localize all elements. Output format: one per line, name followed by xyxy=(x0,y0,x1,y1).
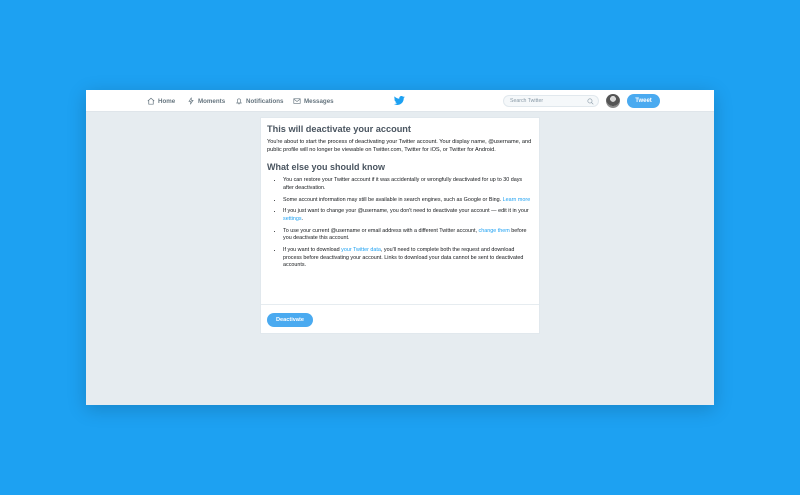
nav-moments[interactable]: Moments xyxy=(187,90,225,112)
envelope-icon xyxy=(293,98,301,104)
home-icon xyxy=(147,97,155,105)
settings-link[interactable]: settings xyxy=(283,216,302,222)
deactivate-button[interactable]: Deactivate xyxy=(267,313,313,327)
avatar[interactable] xyxy=(606,94,620,108)
nav-messages-label: Messages xyxy=(304,97,334,105)
list-item-text-end: . xyxy=(301,215,304,222)
twitter-data-link[interactable]: your Twitter data xyxy=(341,247,381,253)
nav-notifications-label: Notifications xyxy=(246,97,284,105)
top-navbar: Home Moments Notifications Messages Sear… xyxy=(86,90,714,112)
tweet-button[interactable]: Tweet xyxy=(627,94,660,108)
list-item-text: To use your current @username or email a… xyxy=(283,227,478,234)
twitter-bird-icon[interactable] xyxy=(394,95,405,106)
nav-messages[interactable]: Messages xyxy=(293,90,334,112)
browser-window: Home Moments Notifications Messages Sear… xyxy=(86,90,714,405)
list-item: You can restore your Twitter account if … xyxy=(283,177,533,192)
change-them-link[interactable]: change them xyxy=(479,228,510,234)
list-item: If you want to download your Twitter dat… xyxy=(283,247,533,270)
page-title: This will deactivate your account xyxy=(267,124,411,134)
nav-notifications[interactable]: Notifications xyxy=(235,90,283,112)
divider xyxy=(261,304,539,305)
section-title: What else you should know xyxy=(267,162,386,173)
learn-more-link[interactable]: Learn more xyxy=(503,197,531,203)
list-item-text: Some account information may still be av… xyxy=(283,196,502,203)
list-item: To use your current @username or email a… xyxy=(283,228,533,243)
lightning-icon xyxy=(188,97,194,105)
search-icon[interactable] xyxy=(587,98,594,105)
list-item-text: If you want to download xyxy=(283,247,340,254)
search-input[interactable]: Search Twitter xyxy=(510,98,543,104)
info-list: You can restore your Twitter account if … xyxy=(267,177,533,270)
list-item: Some account information may still be av… xyxy=(283,197,533,205)
list-item-text: If you just want to change your @usernam… xyxy=(283,208,529,215)
search-box[interactable]: Search Twitter xyxy=(503,95,599,107)
nav-home-label: Home xyxy=(158,97,176,105)
bell-icon xyxy=(236,98,242,105)
list-item: If you just want to change your @usernam… xyxy=(283,208,533,223)
intro-text: You're about to start the process of dea… xyxy=(267,139,532,153)
nav-moments-label: Moments xyxy=(198,97,226,105)
nav-home[interactable]: Home xyxy=(147,90,175,112)
deactivate-card: This will deactivate your account You're… xyxy=(260,117,540,334)
list-item-text: You can restore your Twitter account if … xyxy=(283,177,523,191)
